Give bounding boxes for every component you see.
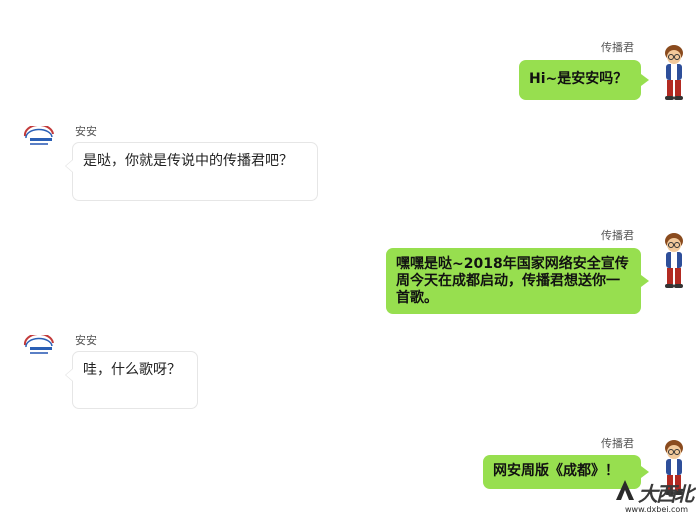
message-bubble: Hi~是安安吗？ <box>519 60 649 100</box>
network-security-logo-avatar <box>23 335 54 354</box>
sender-name: 传播君 <box>601 229 634 242</box>
message-bubble: 嘿嘿是哒~2018年国家网络安全宣传周今天在成都启动，传播君想送你一首歌。 <box>386 248 649 314</box>
network-security-logo-avatar <box>23 126 54 145</box>
cartoon-boy-avatar <box>665 45 683 100</box>
watermark-url: www.dxbei.com <box>625 505 689 514</box>
watermark-emblem-icon <box>616 480 634 500</box>
sender-name: 传播君 <box>601 437 634 450</box>
sender-name: 安安 <box>75 334 97 347</box>
sender-name: 安安 <box>75 125 97 138</box>
message-bubble: 哇，什么歌呀？ <box>65 351 198 409</box>
watermark-text: 大西北 <box>638 482 694 506</box>
message-bubble: 是哒，你就是传说中的传播君吧？ <box>65 142 318 201</box>
sender-name: 传播君 <box>601 41 634 54</box>
cartoon-boy-avatar <box>665 233 683 288</box>
